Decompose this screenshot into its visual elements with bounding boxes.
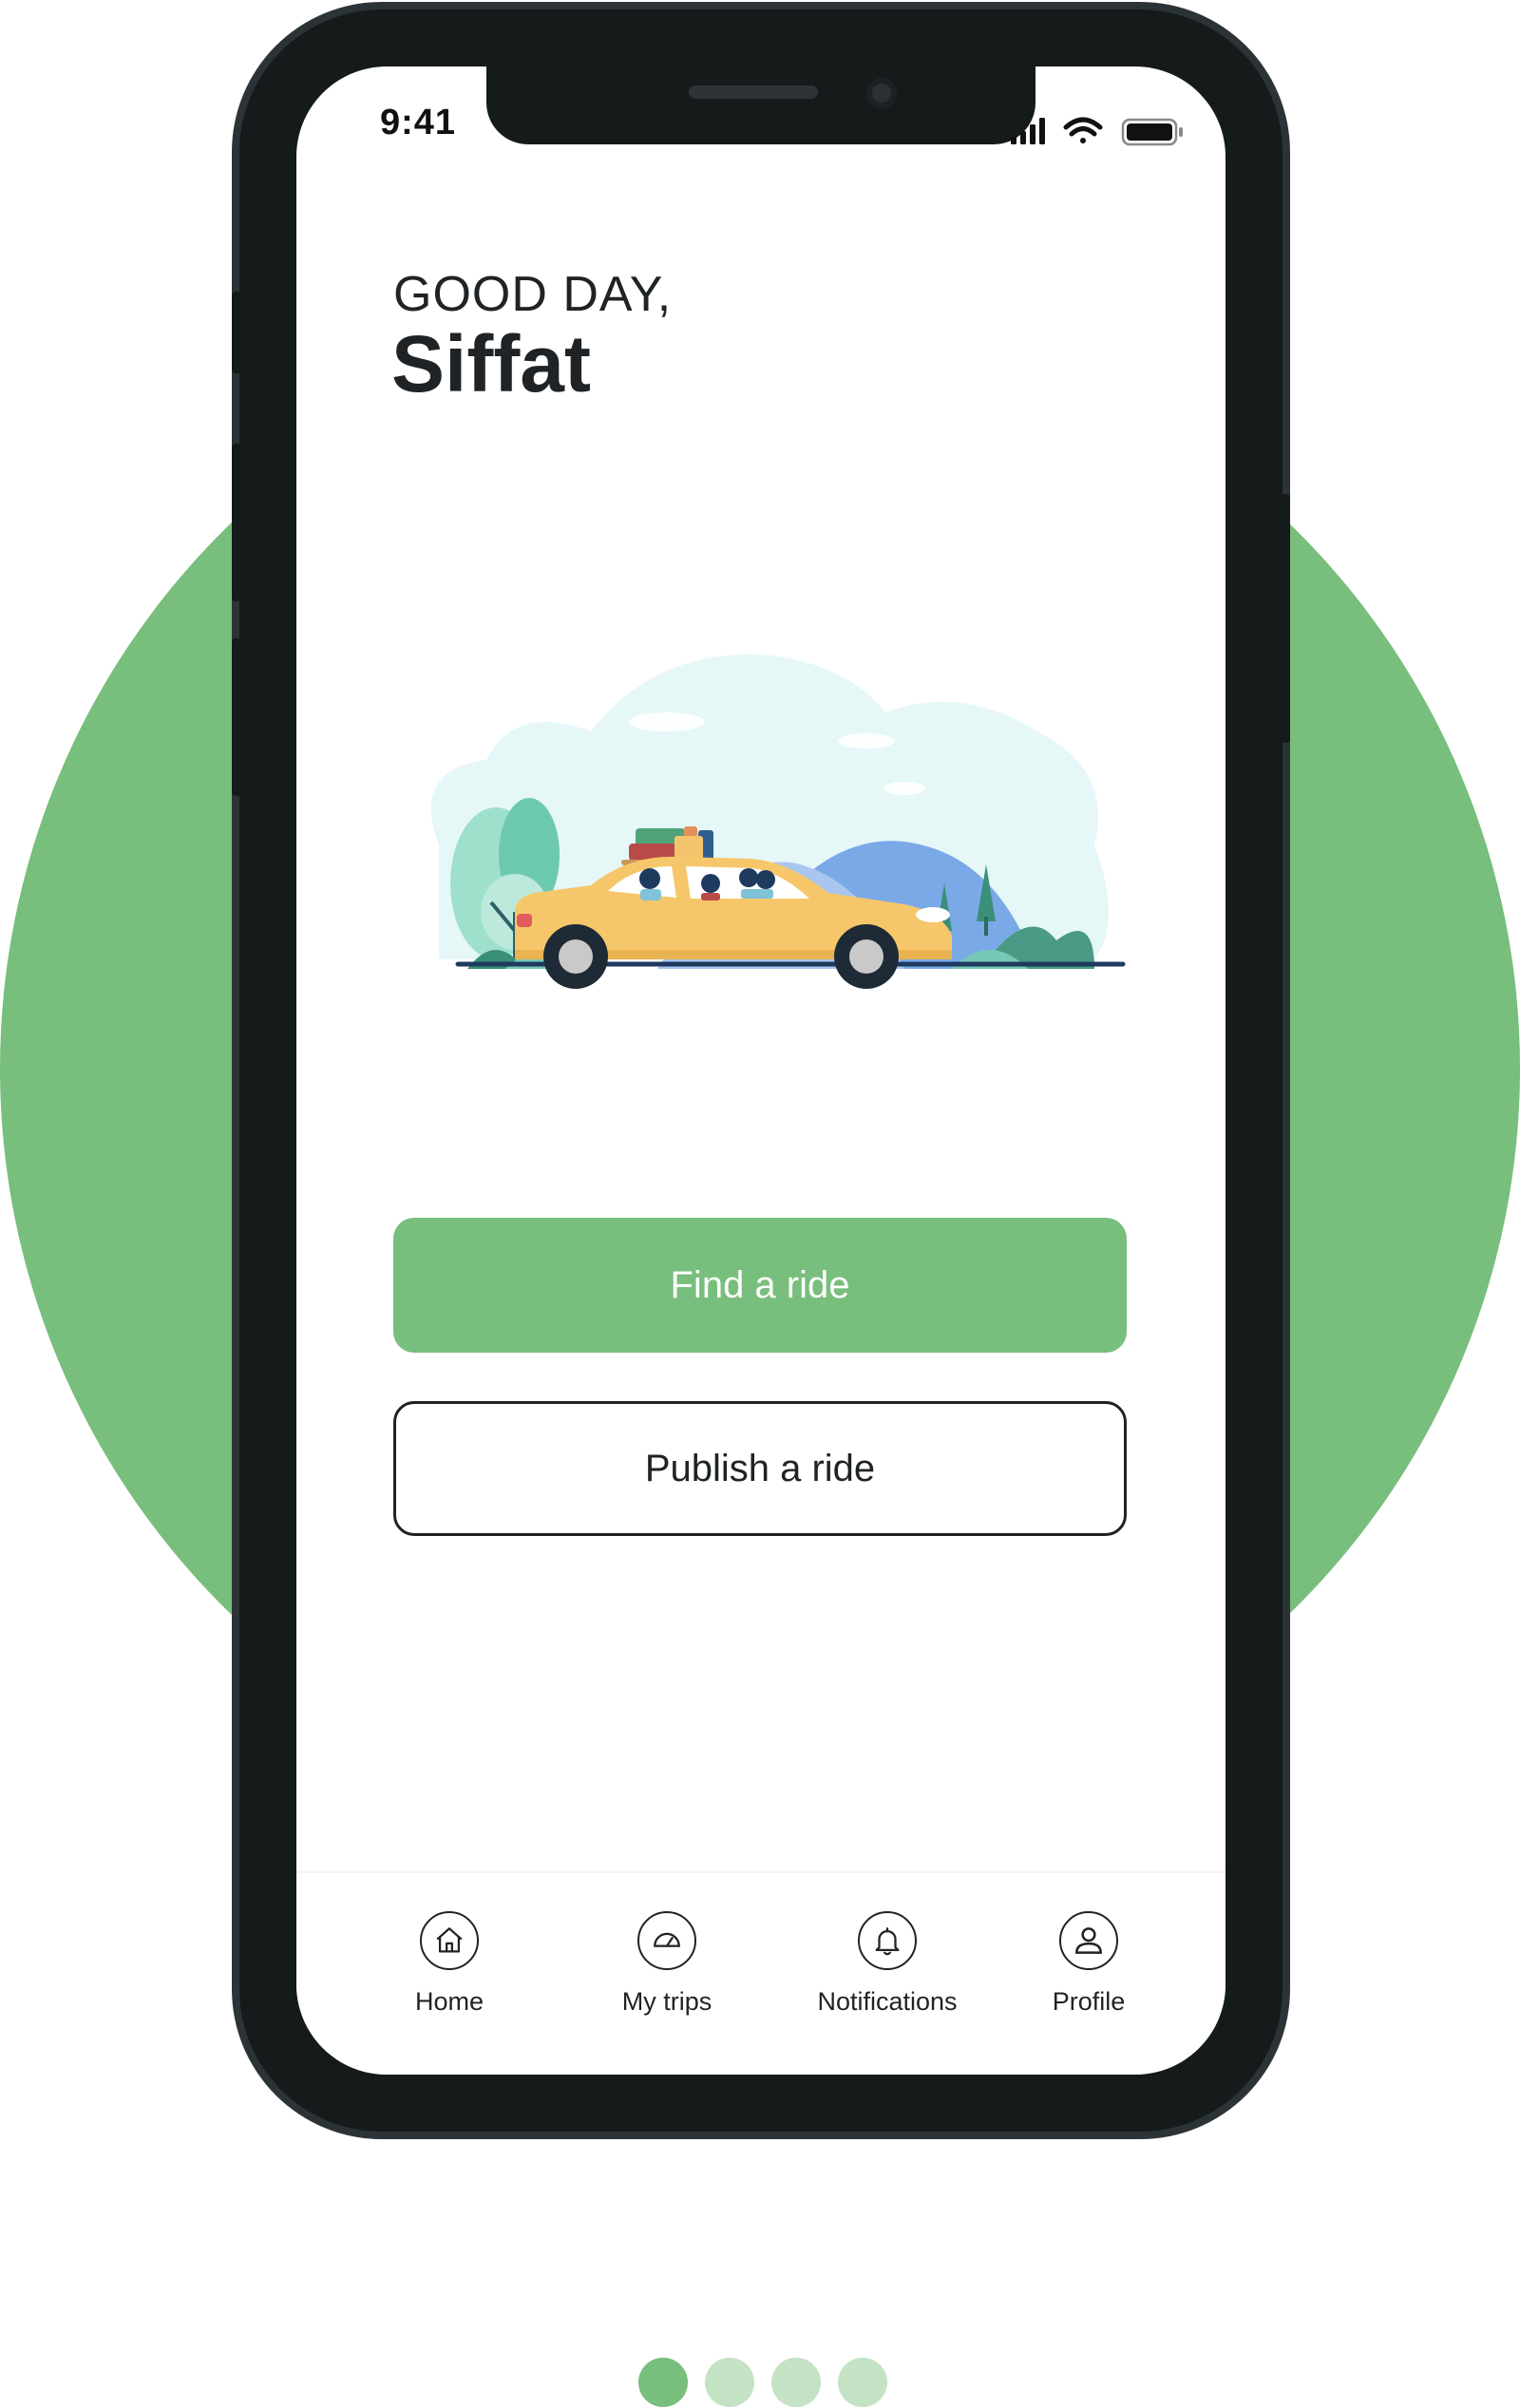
speedometer-icon <box>637 1911 696 1970</box>
tab-notifications-label: Notifications <box>817 1987 958 2016</box>
tab-notifications[interactable]: Notifications <box>792 1911 982 2017</box>
status-icons <box>1011 117 1183 146</box>
tab-profile[interactable]: Profile <box>994 1911 1184 2017</box>
tab-profile-label: Profile <box>1052 1987 1126 2016</box>
home-icon <box>420 1911 479 1970</box>
volume-down-button <box>232 638 241 796</box>
family-road-trip-car-illustration <box>430 654 1126 989</box>
pagination-dot-active[interactable] <box>638 2358 688 2407</box>
bottom-tab-bar: Home My trips Notifications Profile <box>296 1871 1226 2075</box>
canvas: 9:41 GOOD DAY, Siffat Find a ride Publis… <box>0 0 1520 2408</box>
pagination-dot[interactable] <box>771 2358 821 2407</box>
power-button <box>1281 494 1290 743</box>
front-camera <box>866 78 897 108</box>
mute-switch <box>232 292 241 373</box>
find-ride-button[interactable]: Find a ride <box>393 1218 1127 1353</box>
tab-my-trips[interactable]: My trips <box>572 1911 762 2017</box>
user-icon <box>1059 1911 1118 1970</box>
signal-icon <box>1011 118 1045 144</box>
phone-frame: 9:41 GOOD DAY, Siffat Find a ride Publis… <box>232 9 1290 2132</box>
speaker <box>689 85 818 99</box>
tab-home[interactable]: Home <box>354 1911 544 2017</box>
tab-home-label: Home <box>414 1987 484 2016</box>
pagination-dot[interactable] <box>705 2358 754 2407</box>
tab-my-trips-label: My trips <box>621 1987 712 2016</box>
user-name: Siffat <box>391 319 591 408</box>
notch <box>486 66 1036 144</box>
status-time: 9:41 <box>380 103 457 142</box>
wifi-icon <box>1063 117 1103 143</box>
volume-up-button <box>232 444 241 601</box>
pagination-dot[interactable] <box>838 2358 887 2407</box>
bell-icon <box>858 1911 917 1970</box>
phone-screen: 9:41 GOOD DAY, Siffat Find a ride Publis… <box>296 66 1226 2075</box>
greeting-text: GOOD DAY, <box>393 267 673 322</box>
battery-icon <box>1121 118 1183 146</box>
publish-ride-button[interactable]: Publish a ride <box>393 1401 1127 1536</box>
